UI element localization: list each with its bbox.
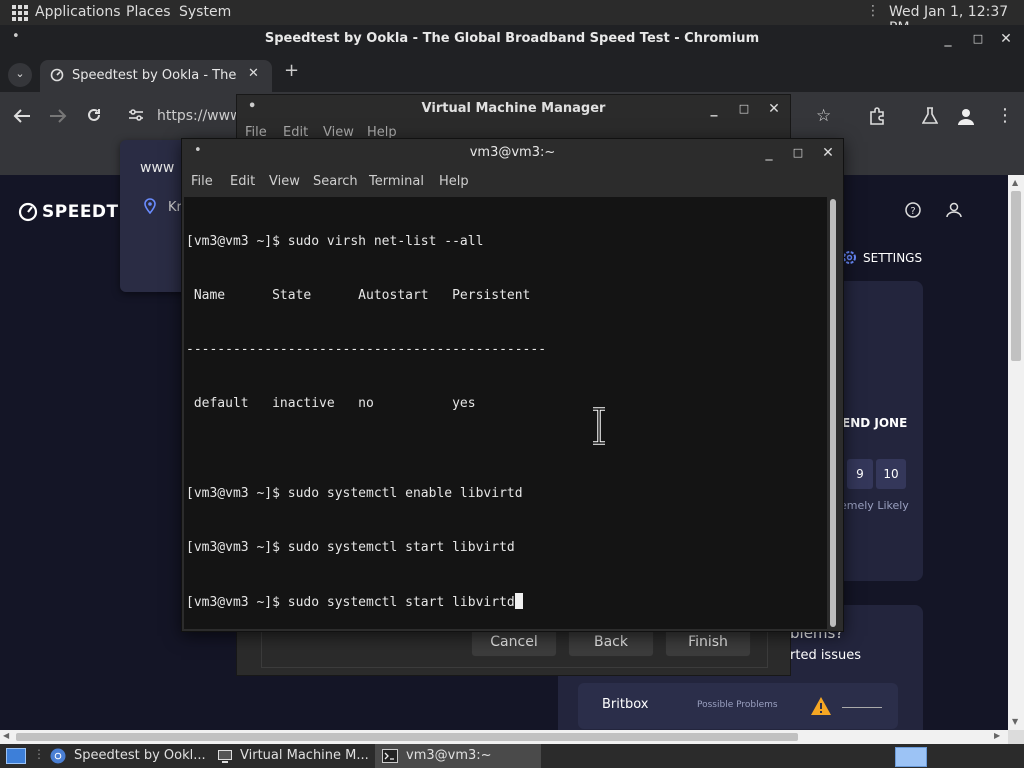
vmm-icon bbox=[217, 748, 233, 764]
scroll-down-arrow[interactable]: ▼ bbox=[1012, 717, 1018, 726]
terminal-icon bbox=[382, 748, 398, 764]
terminal-output-area[interactable]: [vm3@vm3 ~]$ sudo virsh net-list --all N… bbox=[184, 197, 827, 629]
settings-link[interactable]: SETTINGS bbox=[863, 251, 922, 265]
tab-speedtest[interactable]: Speedtest by Ookla - The Glo ✕ bbox=[40, 60, 272, 92]
page-vertical-scrollbar[interactable]: ▲ ▼ bbox=[1008, 175, 1024, 730]
applications-menu[interactable]: Applications bbox=[35, 4, 121, 20]
terminal-minimize-button[interactable]: _ bbox=[759, 143, 779, 163]
terminal-scrollbar[interactable] bbox=[828, 199, 838, 627]
system-menu[interactable]: System bbox=[179, 4, 231, 20]
reload-icon[interactable] bbox=[86, 107, 102, 123]
extremely-likely-label: emely Likely bbox=[840, 499, 909, 512]
terminal-line: default inactive no yes bbox=[186, 396, 476, 411]
taskbar: ⋮ Speedtest by Ookl... Virtual Machine M… bbox=[0, 744, 1024, 768]
ibeam-cursor-icon bbox=[592, 407, 606, 445]
show-desktop-icon[interactable] bbox=[6, 748, 26, 764]
terminal-menu-file[interactable]: File bbox=[191, 174, 213, 189]
terminal-close-button[interactable]: ✕ bbox=[818, 143, 838, 163]
vmm-close-button[interactable]: ✕ bbox=[764, 99, 784, 119]
score-9-button[interactable]: 9 bbox=[847, 459, 873, 489]
site-settings-icon[interactable] bbox=[128, 108, 144, 122]
labs-icon[interactable] bbox=[922, 107, 938, 125]
terminal-menu-edit[interactable]: Edit bbox=[230, 174, 255, 189]
help-icon[interactable]: ? bbox=[904, 201, 922, 219]
terminal-menu-search[interactable]: Search bbox=[313, 174, 358, 189]
terminal-text: [vm3@vm3 ~]$ sudo virsh net-list --all N… bbox=[186, 197, 546, 648]
workspace-switcher[interactable] bbox=[895, 747, 927, 767]
task-label: vm3@vm3:~ bbox=[406, 748, 492, 763]
forward-arrow-icon[interactable] bbox=[49, 108, 67, 124]
vertical-scroll-thumb[interactable] bbox=[1011, 191, 1021, 361]
star-icon[interactable]: ☆ bbox=[816, 106, 831, 126]
browser-window-title: Speedtest by Ookla - The Global Broadban… bbox=[264, 31, 760, 46]
profile-icon[interactable] bbox=[957, 107, 975, 125]
speedtest-logo[interactable]: SPEEDTE bbox=[42, 202, 131, 222]
apps-grid-icon[interactable] bbox=[12, 5, 28, 21]
extensions-icon[interactable] bbox=[868, 107, 886, 125]
provider-row[interactable]: Britbox Possible Problems bbox=[578, 683, 898, 729]
terminal-line: Name State Autostart Persistent bbox=[186, 288, 531, 303]
scroll-up-arrow[interactable]: ▲ bbox=[1012, 178, 1018, 187]
provider-name: Britbox bbox=[602, 697, 649, 712]
page-horizontal-scrollbar[interactable]: ◀ ▶ bbox=[0, 730, 1008, 744]
tab-close-icon[interactable]: ✕ bbox=[248, 66, 259, 81]
tab-title: Speedtest by Ookla - The Glo bbox=[72, 68, 240, 83]
warning-icon bbox=[810, 696, 832, 716]
reported-issues-text: rted issues bbox=[790, 648, 861, 663]
tab-search-button[interactable]: ⌄ bbox=[8, 63, 32, 87]
vmm-minimize-button[interactable]: _ bbox=[704, 99, 724, 119]
terminal-menu-terminal[interactable]: Terminal bbox=[369, 174, 424, 189]
top-panel: Applications Places System ⋮ Wed Jan 1, … bbox=[0, 0, 1024, 36]
popup-location: Kr bbox=[168, 200, 182, 215]
location-pin-icon bbox=[144, 198, 156, 214]
recommend-text: END JONE bbox=[842, 416, 908, 430]
terminal-menubar: File Edit View Search Terminal Help bbox=[182, 169, 843, 195]
scrollbar-corner bbox=[1008, 730, 1024, 744]
terminal-title: vm3@vm3:~ bbox=[469, 145, 556, 160]
terminal-window: • vm3@vm3:~ _ □ ✕ File Edit View Search … bbox=[181, 138, 844, 632]
panel-handle-icon: ⋮ bbox=[866, 3, 880, 19]
terminal-line: [vm3@vm3 ~]$ sudo systemctl start libvir… bbox=[186, 540, 515, 555]
terminal-titlebar: • vm3@vm3:~ _ □ ✕ bbox=[182, 139, 843, 167]
score-10-button[interactable]: 10 bbox=[876, 459, 906, 489]
chromium-icon bbox=[50, 748, 66, 764]
terminal-current-command: [vm3@vm3 ~]$ sudo systemctl start libvir… bbox=[186, 595, 515, 610]
terminal-line: ----------------------------------------… bbox=[186, 342, 547, 357]
terminal-line: [vm3@vm3 ~]$ sudo systemctl enable libvi… bbox=[186, 486, 523, 501]
speedtest-logo-icon bbox=[18, 202, 38, 222]
terminal-menu-view[interactable]: View bbox=[269, 174, 300, 189]
terminal-prompt-line[interactable]: [vm3@vm3 ~]$ sudo systemctl start libvir… bbox=[186, 593, 546, 612]
possible-problems-label: Possible Problems bbox=[697, 700, 778, 710]
svg-text:?: ? bbox=[910, 206, 915, 217]
terminal-scroll-thumb[interactable] bbox=[830, 199, 836, 627]
browser-titlebar: • Speedtest by Ookla - The Global Broadb… bbox=[0, 25, 1024, 55]
sparkline bbox=[842, 707, 882, 708]
browser-close-button[interactable]: ✕ bbox=[996, 29, 1016, 49]
scroll-right-arrow[interactable]: ▶ bbox=[994, 731, 1000, 740]
address-bar[interactable]: https://www bbox=[157, 108, 242, 124]
horizontal-scroll-thumb[interactable] bbox=[16, 733, 798, 741]
speedtest-favicon-icon bbox=[50, 68, 64, 82]
text-cursor bbox=[514, 593, 523, 609]
popup-url: www bbox=[140, 160, 175, 176]
vmm-maximize-button[interactable]: □ bbox=[734, 99, 754, 119]
scroll-left-arrow[interactable]: ◀ bbox=[3, 731, 9, 740]
back-arrow-icon[interactable] bbox=[13, 108, 31, 124]
task-label: Speedtest by Ookl... bbox=[74, 748, 206, 763]
new-tab-button[interactable]: + bbox=[284, 60, 299, 81]
terminal-maximize-button[interactable]: □ bbox=[788, 143, 808, 163]
task-speedtest[interactable]: Speedtest by Ookl... bbox=[44, 744, 210, 768]
task-vmm[interactable]: Virtual Machine M... bbox=[211, 744, 375, 768]
browser-maximize-button[interactable]: □ bbox=[968, 29, 988, 49]
terminal-menu-help[interactable]: Help bbox=[439, 174, 469, 189]
task-terminal[interactable]: vm3@vm3:~ bbox=[375, 744, 541, 768]
places-menu[interactable]: Places bbox=[126, 4, 171, 20]
kebab-menu-icon[interactable]: ⋮ bbox=[996, 105, 1014, 126]
terminal-line: [vm3@vm3 ~]$ sudo virsh net-list --all bbox=[186, 234, 484, 249]
vmm-titlebar: • Virtual Machine Manager _ □ ✕ bbox=[237, 95, 790, 123]
browser-minimize-button[interactable]: _ bbox=[938, 29, 958, 49]
user-icon[interactable] bbox=[945, 201, 963, 219]
task-label: Virtual Machine M... bbox=[240, 748, 369, 763]
